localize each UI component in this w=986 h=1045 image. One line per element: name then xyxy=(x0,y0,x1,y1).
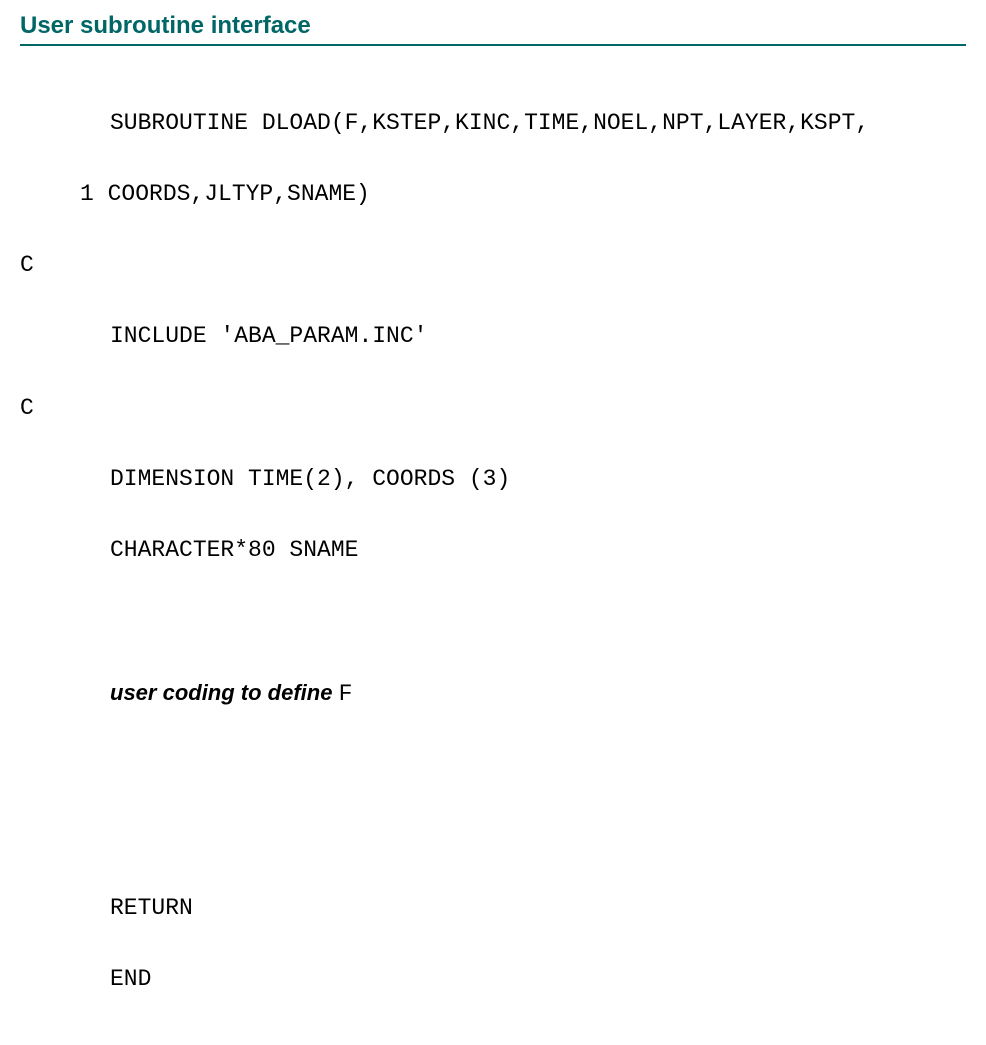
code-line-user-coding: user coding to define F xyxy=(20,676,966,713)
blank-line-3 xyxy=(20,819,966,855)
code-line-subroutine: SUBROUTINE DLOAD(F,KSTEP,KINC,TIME,NOEL,… xyxy=(20,106,966,142)
code-line-return: RETURN xyxy=(20,891,966,927)
code-block: SUBROUTINE DLOAD(F,KSTEP,KINC,TIME,NOEL,… xyxy=(20,70,966,1033)
code-line-continuation: 1 COORDS,JLTYP,SNAME) xyxy=(20,177,966,213)
code-line-include: INCLUDE 'ABA_PARAM.INC' xyxy=(20,319,966,355)
code-line-character: CHARACTER*80 SNAME xyxy=(20,533,966,569)
section-title: User subroutine interface xyxy=(20,12,966,46)
user-coding-f: F xyxy=(339,681,353,707)
code-line-end: END xyxy=(20,962,966,998)
code-line-dimension: DIMENSION TIME(2), COORDS (3) xyxy=(20,462,966,498)
user-coding-text: user coding to define xyxy=(110,680,339,705)
blank-line-1 xyxy=(20,605,966,641)
blank-line-2 xyxy=(20,748,966,784)
code-line-comment-1: C xyxy=(20,248,966,284)
code-line-comment-2: C xyxy=(20,391,966,427)
